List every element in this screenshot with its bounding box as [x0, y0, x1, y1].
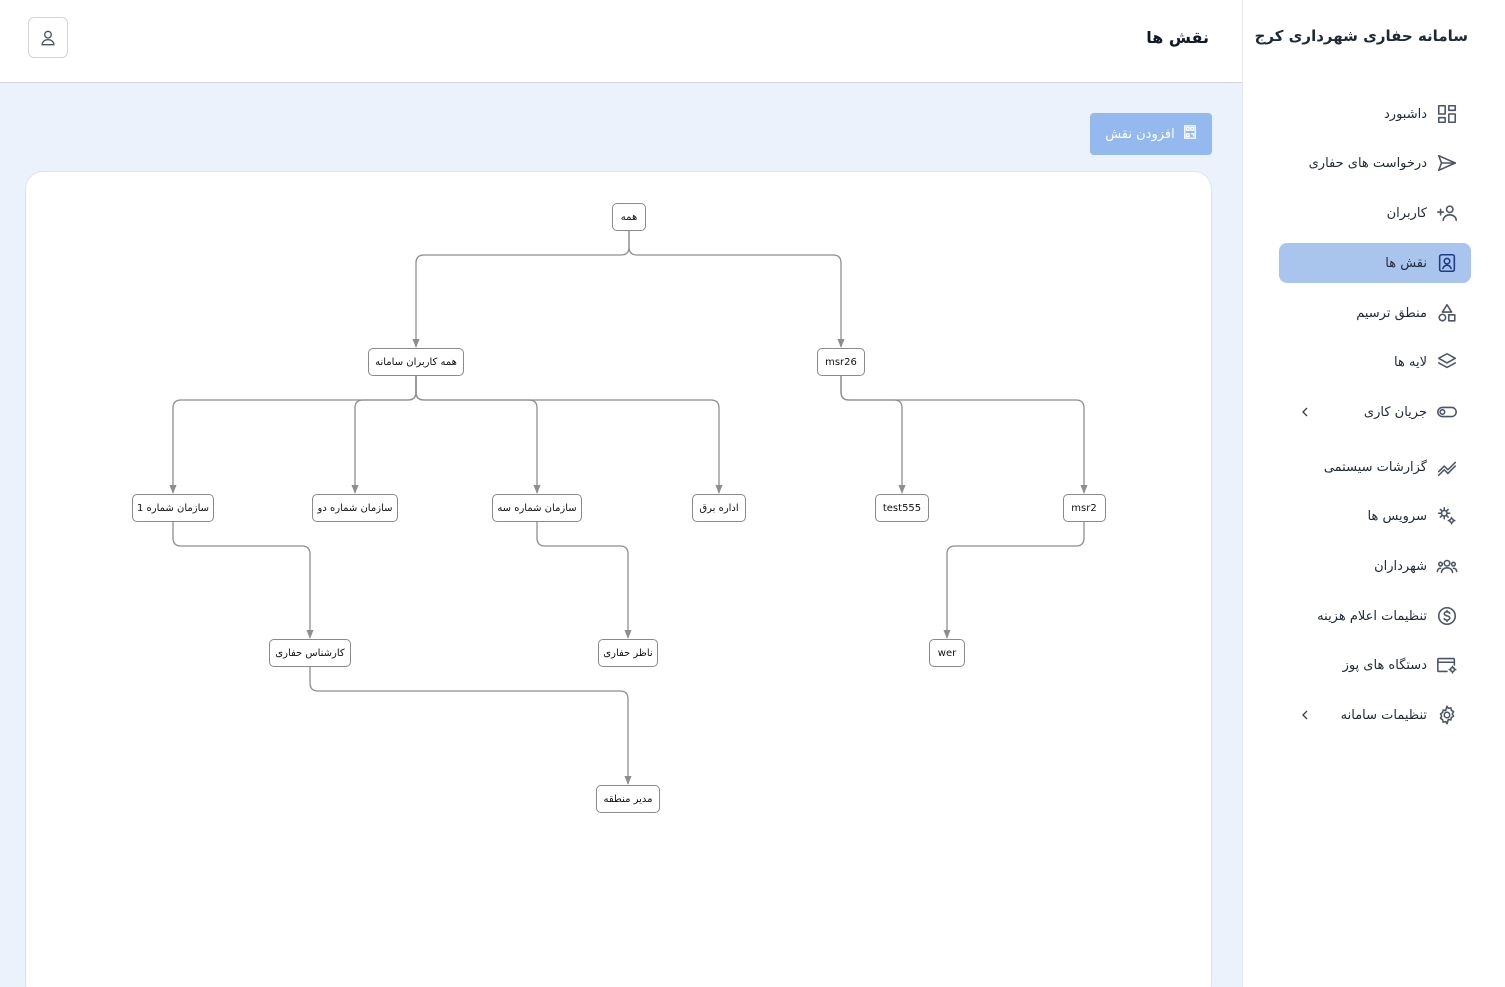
sidebar-item-label: گزارشات سیستمی: [1323, 459, 1427, 475]
sidebar-item-label: دستگاه های پوز: [1342, 657, 1427, 673]
role-edge: [943, 522, 1085, 639]
sidebar-item-label: شهرداران: [1374, 558, 1427, 574]
layers-icon: [1435, 350, 1459, 374]
user-icon: [41, 30, 55, 45]
role-edge: [169, 376, 417, 494]
sidebar-item-label: لایه ها: [1394, 354, 1427, 370]
sidebar-item-services[interactable]: سرویس ها: [1279, 496, 1471, 536]
role-edge: [536, 522, 632, 639]
role-edge: [351, 376, 417, 494]
role-edge: [415, 376, 723, 494]
role-node[interactable]: همه: [612, 203, 646, 231]
role-node[interactable]: msr2: [1062, 494, 1106, 522]
sidebar-item-roles[interactable]: نقش ها: [1279, 243, 1471, 283]
role-node[interactable]: مدیر منطقه: [596, 785, 660, 813]
sidebar-item-label: تنظیمات سامانه: [1340, 707, 1427, 723]
sidebar-item-label: جریان کاری: [1363, 404, 1427, 420]
role-edge: [840, 376, 906, 494]
dashboard-icon: [1435, 102, 1459, 126]
sidebar: سامانه حفاری شهرداری کرج داشبورد درخواست…: [1242, 0, 1505, 987]
sidebar-item-workflow[interactable]: جریان کاری: [1279, 392, 1471, 432]
user-menu-button[interactable]: [28, 17, 68, 58]
top-header: نقش ها: [0, 0, 1242, 83]
users-icon: [1435, 201, 1459, 225]
role-edge: [628, 231, 845, 348]
role-node[interactable]: msr26: [817, 348, 865, 376]
add-role-button[interactable]: افزودن نقش: [1090, 113, 1212, 155]
sidebar-item-dashboard[interactable]: داشبورد: [1279, 94, 1471, 134]
sidebar-item-system-reports[interactable]: گزارشات سیستمی: [1279, 447, 1471, 487]
sidebar-item-users[interactable]: کاربران: [1279, 193, 1471, 233]
sidebar-item-layers[interactable]: لایه ها: [1279, 342, 1471, 382]
role-edge: [415, 376, 541, 494]
sidebar-item-label: سرویس ها: [1367, 508, 1427, 524]
page-title: نقش ها: [1146, 28, 1209, 47]
role-node[interactable]: wer: [929, 639, 965, 667]
role-tree-edges: [169, 231, 1088, 785]
sidebar-item-label: درخواست های حفاری: [1308, 155, 1427, 171]
sidebar-item-pos-devices[interactable]: دستگاه های پوز: [1279, 645, 1471, 685]
card-gear-icon: [1435, 653, 1459, 677]
settings-icon: [1435, 703, 1459, 727]
role-node[interactable]: همه کاربران سامانه: [368, 348, 464, 376]
sidebar-item-label: کاربران: [1386, 205, 1427, 221]
sidebar-item-draw-logic[interactable]: منطق ترسیم: [1279, 293, 1471, 333]
dollar-icon: [1435, 604, 1459, 628]
role-tree-card: همه همه کاربران سامانه msr26 سازمان شماره 1…: [25, 171, 1212, 987]
qrcode-icon: [1183, 125, 1197, 143]
role-node[interactable]: سازمان شماره سه: [492, 494, 582, 522]
role-edge: [412, 231, 630, 348]
chevron-left-icon: [1297, 707, 1313, 723]
main-content: افزودن نقش همه همه کاربران سامانه msr26 ساز…: [0, 83, 1242, 987]
add-role-label: افزودن نقش: [1105, 126, 1175, 142]
shapes-icon: [1435, 301, 1459, 325]
sidebar-item-label: تنظیمات اعلام هزینه: [1317, 608, 1427, 624]
sidebar-item-cost-settings[interactable]: تنظیمات اعلام هزینه: [1279, 596, 1471, 636]
role-edge: [172, 522, 314, 639]
sidebar-item-mayors[interactable]: شهرداران: [1279, 546, 1471, 586]
toggle-icon: [1435, 400, 1459, 424]
role-edge: [840, 376, 1088, 494]
role-node[interactable]: ناظر حفاری: [598, 639, 658, 667]
sidebar-item-system-settings[interactable]: تنظیمات سامانه: [1279, 695, 1471, 735]
role-edge: [309, 667, 632, 785]
role-node[interactable]: کارشناس حفاری: [269, 639, 351, 667]
sidebar-item-label: منطق ترسیم: [1356, 305, 1427, 321]
app-title: سامانه حفاری شهرداری کرج: [1254, 27, 1468, 45]
sidebar-item-dig-requests[interactable]: درخواست های حفاری: [1279, 143, 1471, 183]
trend-icon: [1435, 455, 1459, 479]
id-badge-icon: [1435, 251, 1459, 275]
chevron-left-icon: [1297, 404, 1313, 420]
send-icon: [1435, 151, 1459, 175]
role-node[interactable]: سازمان شماره دو: [312, 494, 398, 522]
role-node[interactable]: اداره برق: [692, 494, 746, 522]
role-node[interactable]: test555: [875, 494, 929, 522]
sidebar-item-label: نقش ها: [1385, 255, 1427, 271]
gears-icon: [1435, 504, 1459, 528]
sidebar-item-label: داشبورد: [1384, 106, 1427, 122]
role-node[interactable]: سازمان شماره 1: [132, 494, 214, 522]
group-icon: [1435, 554, 1459, 578]
